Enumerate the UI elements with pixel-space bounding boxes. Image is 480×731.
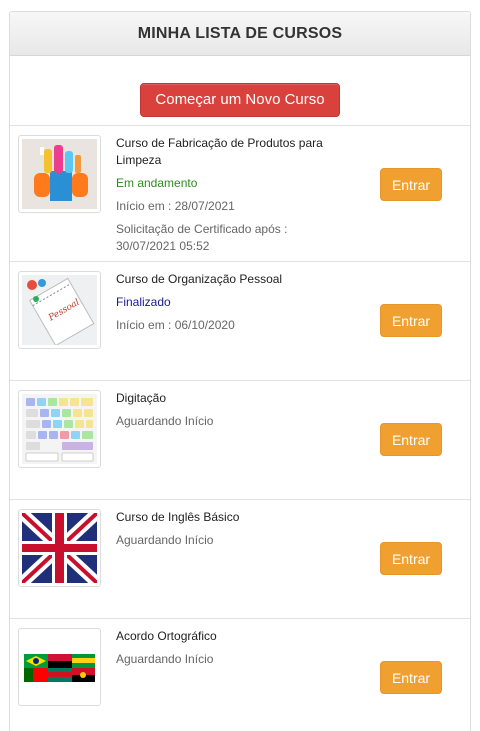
flags-puzzle-icon <box>22 632 97 702</box>
course-info: Curso de Organização Pessoal Finalizado … <box>116 271 348 334</box>
enter-course-button[interactable]: Entrar <box>380 168 442 201</box>
course-title: Curso de Fabricação de Produtos para Lim… <box>116 136 323 167</box>
course-title: Curso de Inglês Básico <box>116 510 240 524</box>
start-course-area: Começar um Novo Curso <box>10 56 470 126</box>
course-status: Aguardando Início <box>116 533 214 547</box>
course-status: Em andamento <box>116 176 198 190</box>
course-certificate-date: Solicitação de Certificado após : 30/07/… <box>116 222 288 253</box>
course-status: Aguardando Início <box>116 652 214 666</box>
course-thumbnail[interactable] <box>18 390 101 468</box>
course-info: Curso de Inglês Básico Aguardando Início <box>116 509 348 549</box>
course-item: Digitação Aguardando Início Entrar <box>10 381 470 500</box>
course-status: Finalizado <box>116 295 171 309</box>
course-thumbnail[interactable] <box>18 509 101 587</box>
course-start-date: Início em : 06/10/2020 <box>116 318 235 332</box>
enter-course-button[interactable]: Entrar <box>380 423 442 456</box>
organizer-notebook-icon: Pessoal <box>22 275 97 345</box>
keyboard-icon <box>22 394 97 464</box>
enter-course-button[interactable]: Entrar <box>380 304 442 337</box>
start-new-course-button[interactable]: Começar um Novo Curso <box>140 82 340 117</box>
courses-panel: MINHA LISTA DE CURSOS Começar um Novo Cu… <box>9 11 471 731</box>
course-info: Acordo Ortográfico Aguardando Início <box>116 628 348 668</box>
enter-course-button[interactable]: Entrar <box>380 661 442 694</box>
course-item: Pessoal Curso de Organização Pessoal Fin… <box>10 262 470 381</box>
course-info: Curso de Fabricação de Produtos para Lim… <box>116 135 348 255</box>
course-item: Curso de Inglês Básico Aguardando Início… <box>10 500 470 619</box>
course-status: Aguardando Início <box>116 414 214 428</box>
course-info: Digitação Aguardando Início <box>116 390 348 430</box>
uk-flag-icon <box>22 513 97 583</box>
course-item: Acordo Ortográfico Aguardando Início Ent… <box>10 619 470 729</box>
course-item: Curso de Fabricação de Produtos para Lim… <box>10 126 470 262</box>
course-thumbnail[interactable] <box>18 628 101 706</box>
course-title: Digitação <box>116 391 167 405</box>
page-title: MINHA LISTA DE CURSOS <box>137 24 343 42</box>
course-thumbnail[interactable] <box>18 135 101 213</box>
course-title: Curso de Organização Pessoal <box>116 272 283 286</box>
panel-header: MINHA LISTA DE CURSOS <box>10 12 470 56</box>
cleaning-products-icon <box>22 139 97 209</box>
course-start-date: Início em : 28/07/2021 <box>116 199 235 213</box>
course-title: Acordo Ortográfico <box>116 629 217 643</box>
enter-course-button[interactable]: Entrar <box>380 542 442 575</box>
course-thumbnail[interactable]: Pessoal <box>18 271 101 349</box>
